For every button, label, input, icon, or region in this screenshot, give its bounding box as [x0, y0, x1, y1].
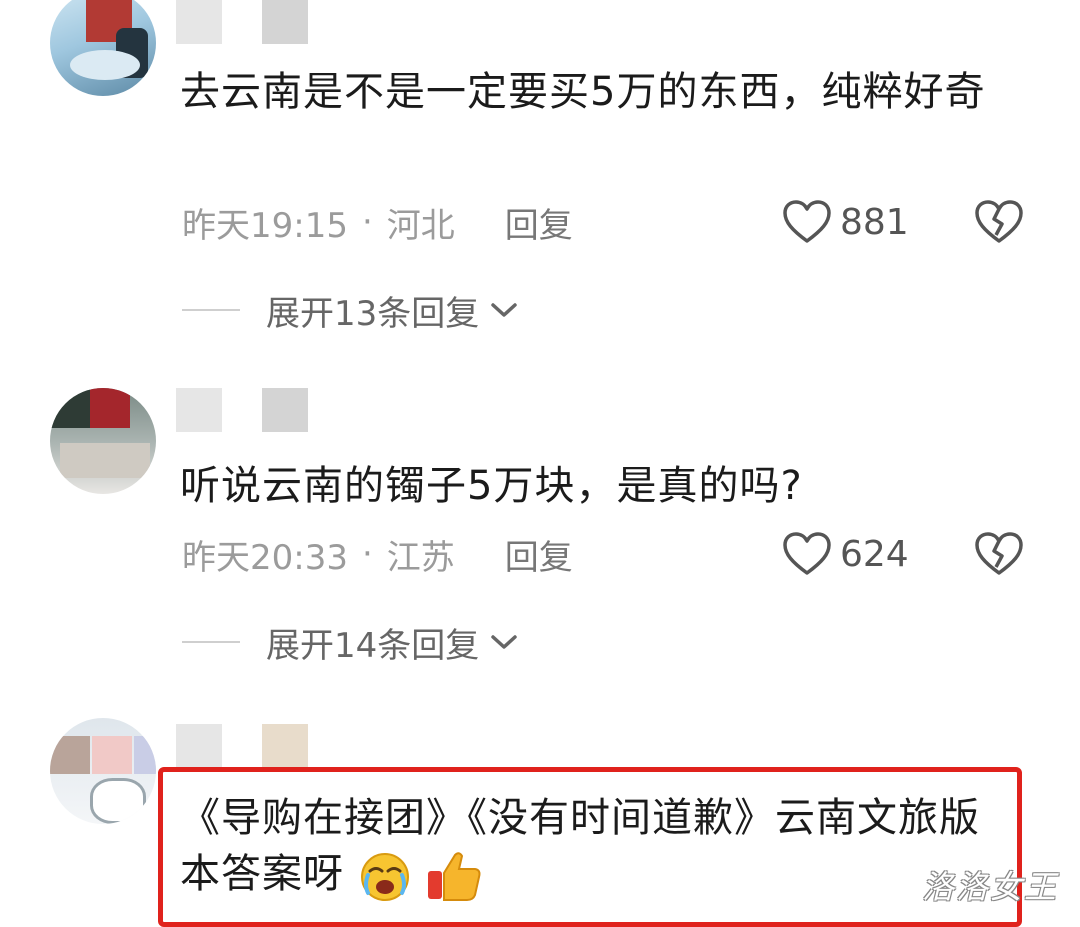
comment-text: 去云南是不是一定要买5万的东西，纯粹好奇: [180, 69, 986, 115]
comment-text: 《导购在接团》《没有时间道歉》云南文旅版本答案呀: [180, 790, 1000, 903]
expand-replies-label: 展开13条回复: [266, 293, 480, 334]
divider-line: [182, 309, 240, 311]
crying-face-icon: [360, 853, 409, 901]
avatar[interactable]: [50, 388, 156, 494]
meta-separator: ·: [361, 202, 373, 242]
broken-heart-icon[interactable]: [974, 199, 1024, 245]
expand-replies-label: 展开14条回复: [266, 625, 480, 666]
avatar[interactable]: [50, 718, 156, 824]
heart-icon: [783, 200, 831, 243]
like-button[interactable]: 881: [782, 200, 909, 244]
like-count: 881: [840, 201, 909, 243]
comment-meta: 昨天20:33 · 江苏 回复: [182, 530, 573, 579]
chevron-down-icon: [491, 635, 518, 649]
username-blurred[interactable]: [176, 388, 308, 432]
meta-separator: ·: [361, 534, 373, 574]
broken-heart-icon[interactable]: [974, 531, 1024, 577]
comment-time: 昨天19:15: [182, 205, 348, 246]
chevron-down-icon: [491, 303, 518, 317]
watermark: 洛洛女王: [922, 868, 1059, 906]
expand-replies-button[interactable]: 展开13条回复: [182, 290, 519, 334]
reply-button[interactable]: 回复: [505, 530, 573, 579]
heart-icon: [783, 532, 831, 575]
username-blurred[interactable]: [176, 0, 308, 44]
comment-location: 河北: [386, 205, 455, 246]
comment-text: 听说云南的镯子5万块，是真的吗?: [180, 463, 803, 509]
username-blurred[interactable]: [176, 724, 308, 768]
divider-line: [182, 641, 240, 643]
comment-text-content: 《导购在接团》《没有时间道歉》云南文旅版本答案呀: [180, 795, 980, 897]
comment-time: 昨天20:33: [182, 537, 348, 578]
like-button[interactable]: 624: [782, 532, 909, 576]
like-count: 624: [840, 533, 909, 575]
thumbs-up-icon: [428, 852, 481, 901]
avatar[interactable]: [50, 0, 156, 96]
expand-replies-button[interactable]: 展开14条回复: [182, 622, 519, 666]
comment-location: 江苏: [386, 537, 455, 578]
comment-meta: 昨天19:15 · 河北 回复: [182, 198, 573, 247]
reply-button[interactable]: 回复: [505, 198, 573, 247]
